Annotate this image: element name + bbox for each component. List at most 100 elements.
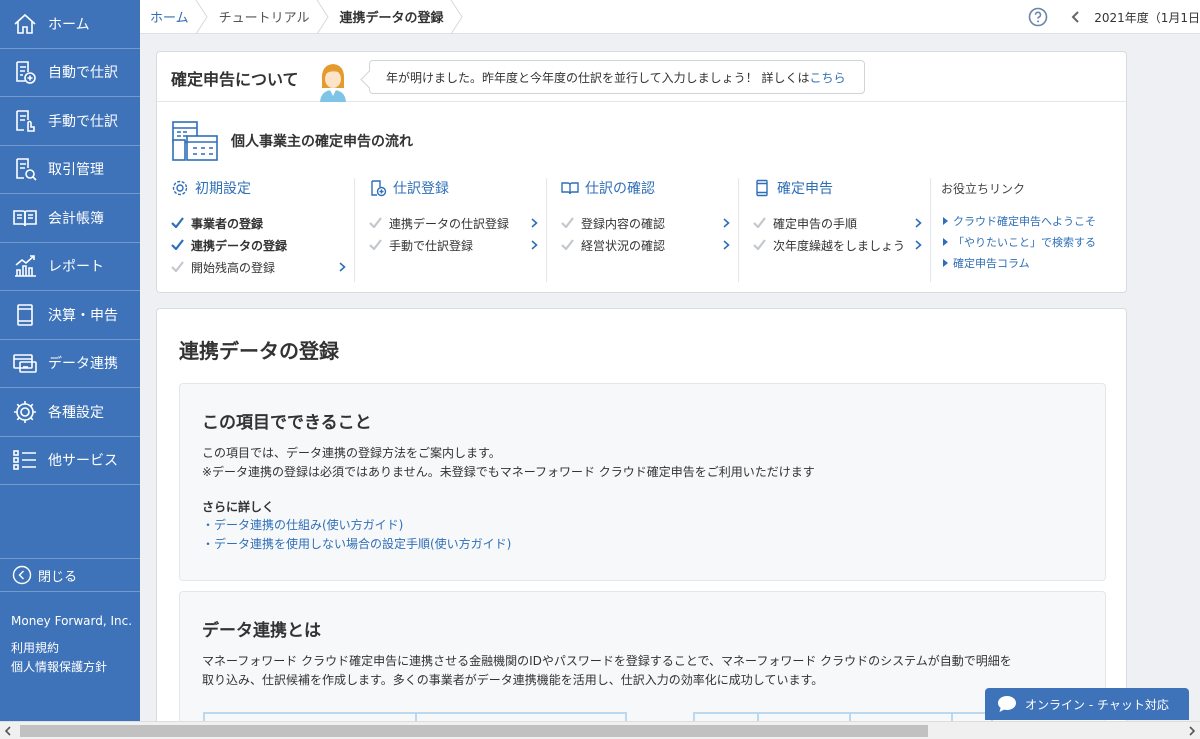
flow-item[interactable]: 連携データの登録 <box>157 234 354 256</box>
sidebar-close-button[interactable]: 閉じる <box>0 558 140 592</box>
sidebar-item-manual-journal[interactable]: 手動で仕訳 <box>0 97 140 146</box>
guide-link[interactable]: ・データ連携を使用しない場合の設定手順(使い方ガイド) <box>202 535 511 552</box>
sidebar-item-settings[interactable]: 各種設定 <box>0 388 140 437</box>
topbar-right: 2021年度（1月1日 <box>1028 0 1200 34</box>
flow-item-label: 確定申告の手順 <box>773 216 858 231</box>
flow-step-title[interactable]: 仕訳の確認 <box>561 178 738 198</box>
sidebar-item-filing[interactable]: 決算・申告 <box>0 291 140 340</box>
flow-item[interactable]: 事業者の登録 <box>157 212 354 234</box>
doc-plus-icon <box>371 180 387 197</box>
gear-icon <box>12 399 38 425</box>
diagram-table-right <box>693 712 993 721</box>
sidebar-item-report[interactable]: レポート <box>0 243 140 291</box>
useful-links-title: お役立ちリンク <box>941 181 1026 196</box>
section-text: 取り込み、仕訳候補を作成します。多くの事業者がデータ連携機能を活用し、仕訳入力の… <box>202 673 824 687</box>
sidebar-item-label: 取引管理 <box>48 162 104 179</box>
breadcrumb-home[interactable]: ホーム <box>140 0 209 34</box>
flow-step-title-label: 仕訳の確認 <box>585 181 655 197</box>
fiscal-year-label[interactable]: 2021年度（1月1日 <box>1094 9 1200 26</box>
sidebar-item-transactions[interactable]: 取引管理 <box>0 146 140 194</box>
breadcrumb-tutorial[interactable]: チュートリアル <box>209 0 330 34</box>
flow-item[interactable]: 連携データの仕訳登録 <box>355 212 546 234</box>
sidebar-footer: Money Forward, Inc. 利用規約 個人情報保護方針 <box>11 612 132 677</box>
sidebar-item-other-services[interactable]: 他サービス <box>0 437 140 485</box>
sidebar-item-label: ホーム <box>48 16 90 33</box>
tablet-icon <box>756 179 768 197</box>
chevron-right-icon <box>915 218 922 228</box>
diagram-table-left <box>203 712 627 721</box>
sidebar-item-label: 自動で仕訳 <box>48 65 118 82</box>
flow-item[interactable]: 登録内容の確認 <box>547 212 738 234</box>
useful-link[interactable]: クラウド確定申告へようこそ <box>931 210 1128 231</box>
chevron-right-icon <box>723 240 730 250</box>
flow-item-label: 手動で仕訳登録 <box>389 238 474 253</box>
section-text: マネーフォワード クラウド確定申告に連携させる金融機関のIDやパスワードを登録す… <box>202 654 1012 668</box>
scrollbar-thumb[interactable] <box>20 725 928 737</box>
useful-link[interactable]: 「やりたいこと」で検索する <box>931 231 1128 252</box>
sidebar: ホーム 自動で仕訳 手動で仕訳 取引管理 会計帳簿 レポート 決算・申告 データ… <box>0 0 140 721</box>
notice-text: 年が明けました。昨年度と今年度の仕訳を並行して入力しましょう！ 詳しくは <box>386 70 810 85</box>
sidebar-close-label: 閉じる <box>38 569 78 585</box>
book-icon <box>561 182 579 195</box>
help-icon[interactable] <box>1028 7 1048 27</box>
breadcrumb-tutorial-label: チュートリアル <box>218 11 310 26</box>
flow-steps: 初期設定 事業者の登録 連携データの登録 開始残高の登録 仕訳登録 連携データの… <box>157 178 1128 283</box>
flow-item[interactable]: 手動で仕訳登録 <box>355 234 546 256</box>
chat-support-button[interactable]: オンライン - チャット対応 <box>985 688 1189 720</box>
sidebar-item-label: レポート <box>48 259 104 276</box>
home-icon <box>12 11 38 37</box>
breadcrumb-home-link[interactable]: ホーム <box>150 7 189 26</box>
flow-step-title-label: 確定申告 <box>777 181 833 197</box>
flow-title: 個人事業主の確定申告の流れ <box>171 120 413 162</box>
flow-step-title[interactable]: 確定申告 <box>753 178 930 198</box>
chat-support-label: オンライン - チャット対応 <box>1025 697 1169 712</box>
section-text: この項目では、データ連携の登録方法をご案内します。 <box>202 446 501 460</box>
flow-step-title[interactable]: 仕訳登録 <box>369 178 546 198</box>
sidebar-item-label: 手動で仕訳 <box>48 113 118 130</box>
gear-icon <box>172 180 188 196</box>
sidebar-item-data-link[interactable]: データ連携 <box>0 340 140 388</box>
sidebar-item-label: 会計帳簿 <box>48 210 104 227</box>
flow-step-title[interactable]: 初期設定 <box>171 178 354 198</box>
scroll-right-icon[interactable] <box>1188 726 1196 736</box>
chevron-left-icon[interactable] <box>1070 11 1082 23</box>
guide-link[interactable]: ・データ連携の仕組み(使い方ガイド) <box>202 516 403 533</box>
sidebar-item-ledger[interactable]: 会計帳簿 <box>0 194 140 243</box>
chevron-right-icon <box>915 240 922 250</box>
breadcrumb-current-label: 連携データの登録 <box>339 11 444 26</box>
check-icon <box>753 239 766 250</box>
check-icon <box>171 239 184 250</box>
privacy-link[interactable]: 個人情報保護方針 <box>11 658 132 677</box>
horizontal-scrollbar[interactable] <box>0 721 1200 739</box>
flow-title-label: 個人事業主の確定申告の流れ <box>231 134 413 150</box>
flow-item-label: 経営状況の確認 <box>581 238 666 253</box>
flow-step-journal: 仕訳登録 連携データの仕訳登録 手動で仕訳登録 <box>354 178 546 282</box>
sidebar-item-label: 各種設定 <box>48 404 104 421</box>
flow-item[interactable]: 次年度繰越をしましょう <box>739 234 930 256</box>
notice-bubble: 年が明けました。昨年度と今年度の仕訳を並行して入力しましょう！ 詳しくは こちら <box>369 60 865 94</box>
check-icon <box>369 217 382 228</box>
terms-link[interactable]: 利用規約 <box>11 639 132 658</box>
flow-step-review: 仕訳の確認 登録内容の確認 経営状況の確認 <box>546 178 738 282</box>
scroll-left-icon[interactable] <box>4 726 12 736</box>
company-name: Money Forward, Inc. <box>11 614 133 628</box>
useful-links: お役立ちリンク クラウド確定申告へようこそ 「やりたいこと」で検索する 確定申告… <box>930 178 1128 282</box>
flow-step-title-label: 仕訳登録 <box>393 181 449 197</box>
section-text: ※データ連携の登録は必須ではありません。未登録でもマネーフォワード クラウド確定… <box>202 465 815 479</box>
content-card: 連携データの登録 この項目でできること この項目では、データ連携の登録方法をご案… <box>156 308 1127 721</box>
filing-guide-card: 確定申告について 年が明けました。昨年度と今年度の仕訳を並行して入力しましょう！… <box>156 51 1127 293</box>
flow-item[interactable]: 経営状況の確認 <box>547 234 738 256</box>
flow-step-title-label: 初期設定 <box>195 181 251 197</box>
sidebar-item-auto-journal[interactable]: 自動で仕訳 <box>0 49 140 97</box>
flow-item[interactable]: 開始残高の登録 <box>157 256 354 278</box>
useful-link[interactable]: 確定申告コラム <box>931 252 1128 273</box>
chevron-right-icon <box>531 218 538 228</box>
flow-item-label: 連携データの登録 <box>191 238 288 253</box>
chart-icon <box>12 253 38 279</box>
flow-item-label: 開始残高の登録 <box>191 260 276 275</box>
sidebar-item-home[interactable]: ホーム <box>0 0 140 49</box>
check-icon <box>369 239 382 250</box>
flow-item[interactable]: 確定申告の手順 <box>739 212 930 234</box>
chevron-right-icon <box>723 218 730 228</box>
notice-link[interactable]: こちら <box>809 69 845 86</box>
